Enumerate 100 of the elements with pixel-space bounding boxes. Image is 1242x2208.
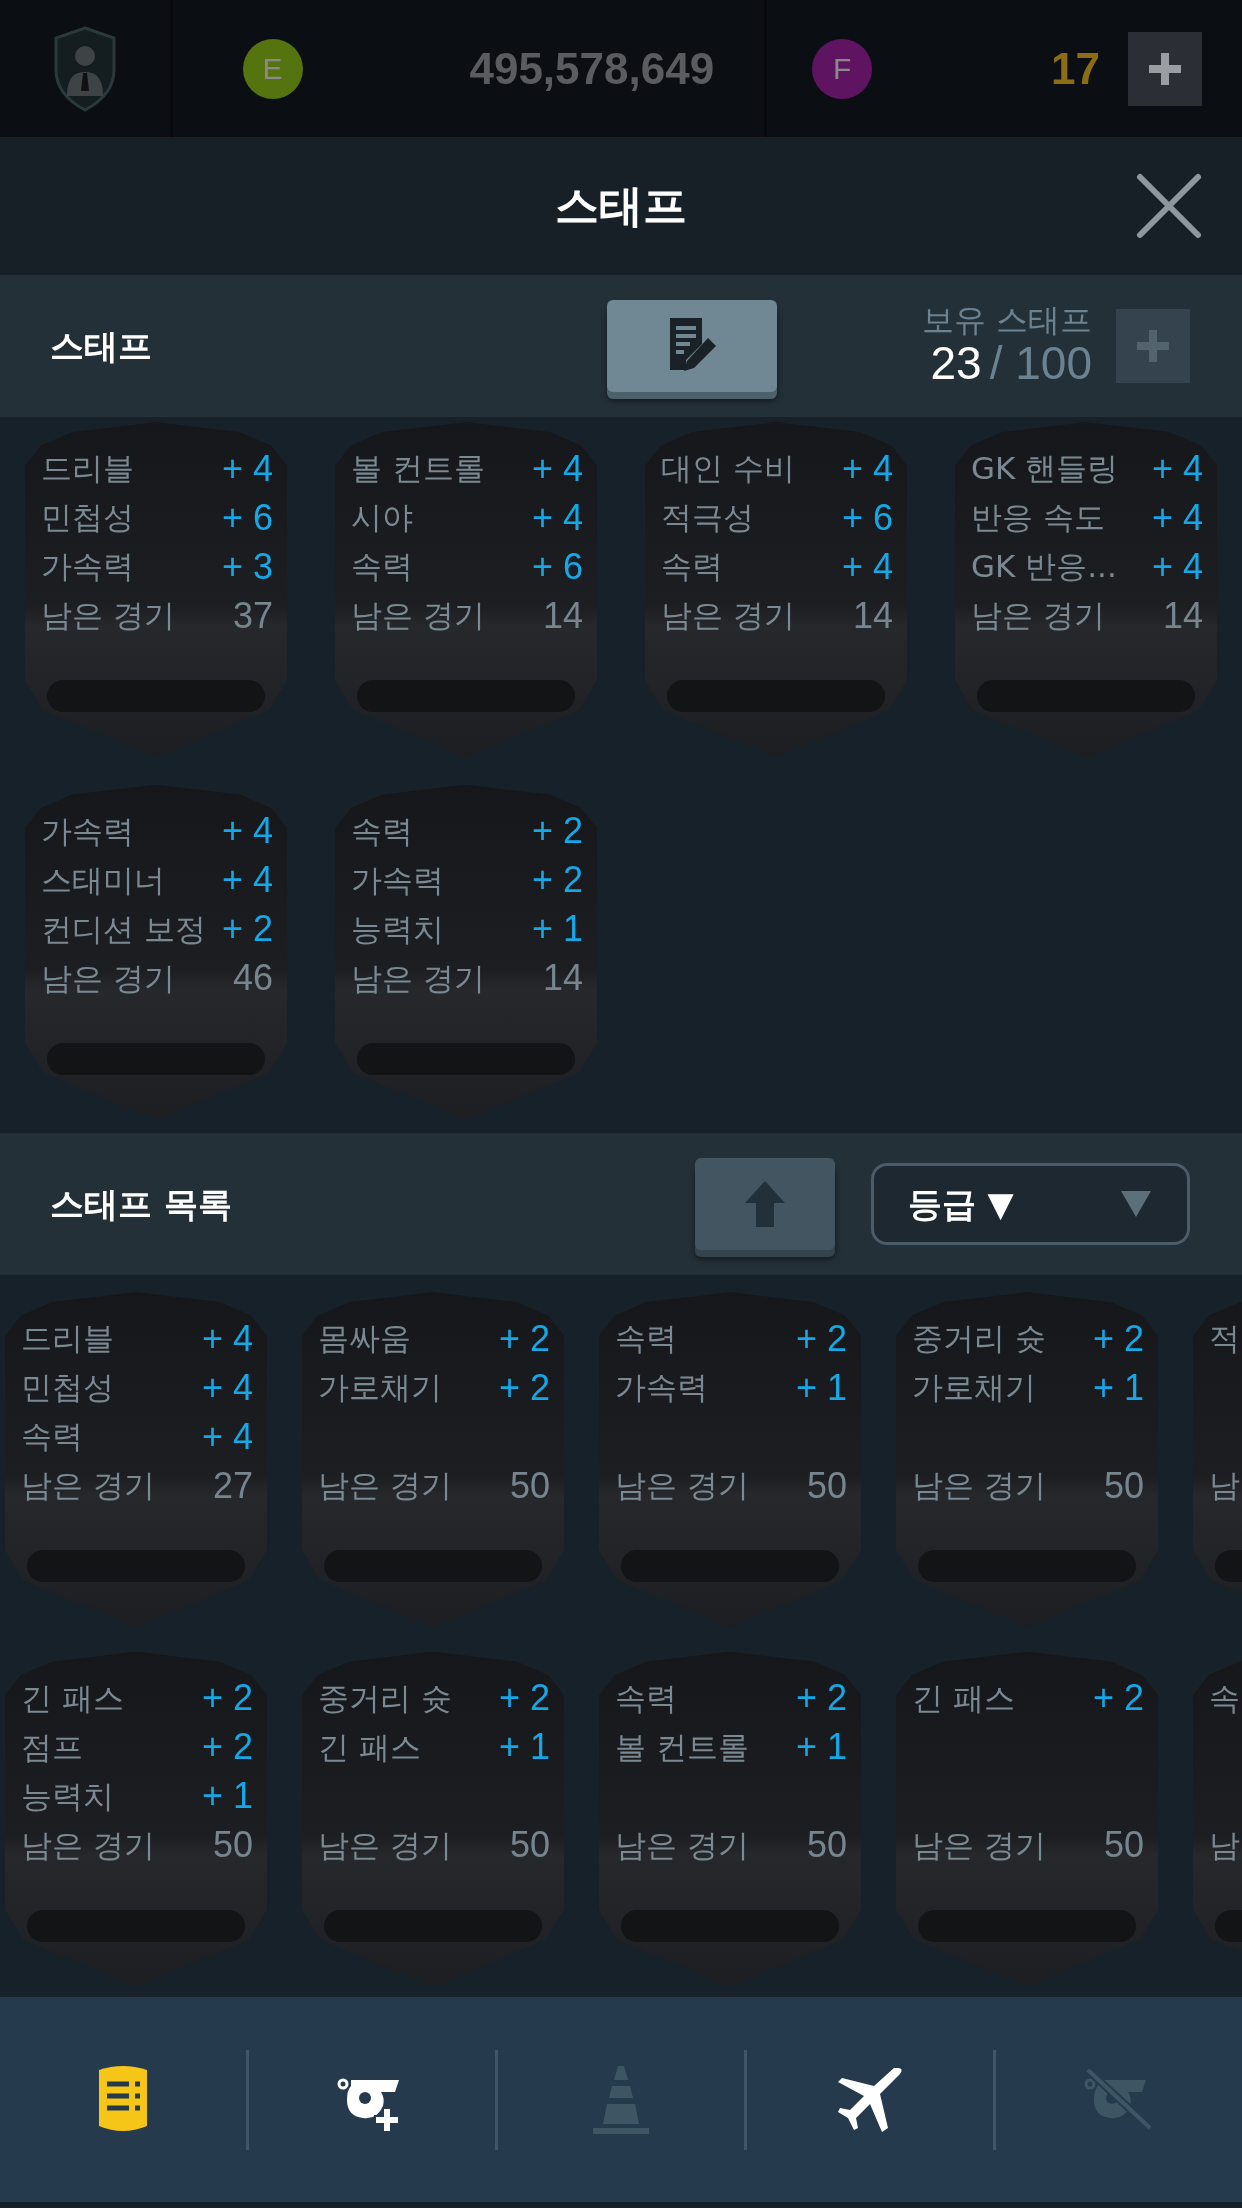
remaining-matches: 14 [542, 593, 583, 638]
stat-bonus: + 4 [531, 495, 583, 540]
staff-card[interactable]: GK 핸들링 + 4 반응 속도 + 4 GK 반응... + 4 남은 경기 14 [955, 422, 1217, 757]
coin-icon: F [812, 38, 873, 99]
coin-icon: E [242, 38, 303, 99]
stat-bonus: + 4 [531, 446, 583, 491]
stat-name: 반응 속도 [971, 498, 1105, 538]
stat-name: 볼 컨트롤 [615, 1727, 749, 1767]
remaining-label: 남은 경기 [351, 596, 485, 636]
stat-name: 가속력 [351, 860, 444, 900]
stat-bonus: + 2 [201, 1676, 253, 1720]
remaining-label: 남은 경기 [661, 596, 795, 636]
stat-bonus: + 2 [498, 1365, 550, 1410]
stat-name: 스태미너 [41, 860, 165, 900]
add-button[interactable] [1128, 31, 1202, 106]
remaining-label: 남 [1209, 1466, 1240, 1506]
remaining-matches: 50 [509, 1463, 550, 1508]
stat-bonus: + 2 [201, 1725, 253, 1769]
stat-name: 민첩성 [21, 1368, 114, 1408]
up-arrow-icon [742, 1179, 787, 1229]
stat-bonus: + 4 [841, 544, 893, 589]
staff-card[interactable]: 긴 패스 + 2 점프 + 2 능력치 + 1 남은 경기 50 [5, 1651, 267, 1987]
staff-card[interactable]: 몸싸움 + 2 가로채기 + 2 남은 경기 50 [302, 1292, 564, 1627]
stat-name: GK 핸들링 [971, 449, 1119, 489]
stat-name: 가속력 [41, 547, 134, 587]
stat-name: 중거리 슛 [912, 1319, 1046, 1359]
stat-name: 중거리 슛 [318, 1678, 452, 1718]
remaining-matches: 14 [1162, 593, 1203, 638]
stat-name: 적 [1209, 1319, 1240, 1359]
remaining-matches: 37 [232, 593, 273, 638]
staff-card[interactable]: 속력 + 2 볼 컨트롤 + 1 남은 경기 50 [599, 1651, 861, 1987]
stat-name: 볼 컨트롤 [351, 449, 485, 489]
stat-bonus: + 2 [1092, 1676, 1144, 1720]
window-title: 스태프 [555, 179, 687, 233]
section-title: 스태프 [50, 324, 152, 368]
stat-name: 속력 [615, 1678, 677, 1718]
staff-card[interactable]: 대인 수비 + 4 적극성 + 6 속력 + 4 남은 경기 14 [645, 422, 907, 757]
stat-bonus: + 2 [795, 1676, 847, 1720]
stat-bonus: + 2 [531, 809, 583, 853]
stat-name: 몸싸움 [318, 1319, 411, 1359]
stat-bonus: + 4 [221, 809, 273, 853]
remaining-matches: 50 [806, 1823, 847, 1867]
stat-name: 긴 패스 [912, 1678, 1015, 1718]
stat-name: 긴 패스 [318, 1727, 421, 1767]
remaining-matches: 50 [1103, 1463, 1144, 1508]
stat-name: 가로채기 [318, 1368, 442, 1408]
staff-card[interactable]: 드리블 + 4 민첩성 + 6 가속력 + 3 남은 경기 37 [25, 422, 287, 757]
remaining-matches: 27 [212, 1463, 253, 1508]
stat-name: GK 반응... [971, 547, 1117, 587]
owned-label: 보유 스태프 [921, 303, 1092, 339]
stat-name: 시야 [351, 498, 413, 538]
staff-card[interactable]: 드리블 + 4 민첩성 + 4 속력 + 4 남은 경기 27 [5, 1292, 267, 1627]
remaining-label: 남은 경기 [21, 1466, 155, 1506]
remaining-label: 남은 경기 [41, 596, 175, 636]
remaining-matches: 50 [1103, 1823, 1144, 1867]
staff-card[interactable]: 속력 + 2 가속력 + 1 남은 경기 50 [599, 1292, 861, 1627]
stat-bonus: + 1 [1092, 1365, 1144, 1410]
stat-name: 민첩성 [41, 498, 134, 538]
remaining-label: 남은 경기 [318, 1466, 452, 1506]
close-icon[interactable] [1134, 171, 1204, 241]
stat-bonus: + 4 [841, 446, 893, 491]
stat-name: 드리블 [41, 449, 134, 489]
stat-bonus: + 6 [221, 495, 273, 540]
stat-name: 속력 [615, 1319, 677, 1359]
remaining-label: 남은 경기 [912, 1825, 1046, 1865]
stat-name: 속력 [21, 1417, 83, 1457]
remaining-label: 남은 경기 [971, 596, 1105, 636]
staff-card[interactable]: 긴 패스 + 2 남은 경기 50 [896, 1651, 1158, 1987]
staff-card[interactable]: 중거리 슛 + 2 가로채기 + 1 남은 경기 50 [896, 1292, 1158, 1627]
stat-bonus: + 2 [1092, 1316, 1144, 1361]
remaining-matches: 50 [212, 1823, 253, 1867]
sort-dropdown[interactable]: 등급 ▼ [870, 1163, 1190, 1245]
staff-card[interactable]: 가속력 + 4 스태미너 + 4 컨디션 보정 + 2 남은 경기 46 [25, 784, 287, 1120]
stat-bonus: + 2 [531, 858, 583, 902]
stat-bonus: + 1 [795, 1725, 847, 1769]
stat-name: 점프 [21, 1727, 83, 1767]
stat-name: 드리블 [21, 1319, 114, 1359]
stat-bonus: + 2 [498, 1316, 550, 1361]
remaining-matches: 46 [232, 956, 273, 1000]
remaining-matches: 14 [542, 956, 583, 1000]
stat-bonus: + 4 [201, 1365, 253, 1410]
remaining-label: 남은 경기 [351, 958, 485, 998]
stat-name: 대인 수비 [661, 449, 795, 489]
stat-name: 속력 [351, 811, 413, 851]
stat-bonus: + 1 [201, 1774, 253, 1818]
staff-card[interactable]: 볼 컨트롤 + 4 시야 + 4 속력 + 6 남은 경기 14 [335, 422, 597, 757]
remaining-label: 남 [1209, 1825, 1240, 1865]
stat-bonus: + 4 [221, 858, 273, 902]
sort-label: 등급 ▼ [907, 1182, 1014, 1226]
caret-icon [1119, 1189, 1153, 1219]
stat-bonus: + 1 [795, 1365, 847, 1410]
remaining-label: 남은 경기 [615, 1825, 749, 1865]
remaining-label: 남은 경기 [615, 1466, 749, 1506]
stat-name: 가속력 [615, 1368, 708, 1408]
stat-name: 컨디션 보정 [41, 909, 206, 949]
staff-card[interactable]: 중거리 슛 + 2 긴 패스 + 1 남은 경기 50 [302, 1651, 564, 1987]
capacity: / 100 [989, 338, 1092, 389]
staff-card[interactable]: 속력 + 2 가속력 + 2 능력치 + 1 남은 경기 14 [335, 784, 597, 1120]
stat-name: 능력치 [351, 909, 444, 949]
stat-name: 긴 패스 [21, 1678, 124, 1718]
